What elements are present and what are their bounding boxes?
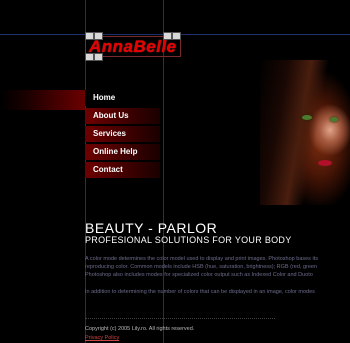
left-decorative-bar — [0, 90, 85, 110]
handle-icon[interactable] — [94, 53, 103, 61]
nav-item-about-us[interactable]: About Us — [85, 108, 160, 124]
photo-hair-shade — [260, 60, 350, 205]
photo-lips — [318, 160, 332, 166]
body-text-line: Photoshop also includes modes for specia… — [85, 272, 313, 278]
body-text-line: A color mode determines the color model … — [85, 256, 318, 262]
body-text-line: In addition to determining the number of… — [85, 289, 315, 295]
model-photo — [260, 60, 350, 205]
nav-item-home[interactable]: Home — [85, 90, 160, 106]
privacy-policy-link[interactable]: Privacy Policy — [85, 335, 119, 341]
footer-divider — [85, 318, 275, 320]
nav-item-services[interactable]: Services — [85, 126, 160, 142]
main-nav: Home About Us Services Online Help Conta… — [85, 90, 160, 180]
nav-item-online-help[interactable]: Online Help — [85, 144, 160, 160]
copyright-text: Copyright (c) 2005 Lily.ro. All rights r… — [85, 326, 195, 332]
photo-eye — [302, 115, 312, 120]
handle-icon[interactable] — [94, 32, 103, 40]
handle-icon[interactable] — [85, 53, 94, 61]
handle-icon[interactable] — [85, 32, 94, 40]
page-subtitle: PROFESIONAL SOLUTIONS FOR YOUR BODY — [85, 235, 292, 245]
photo-eye — [330, 117, 338, 122]
handle-icon[interactable] — [172, 32, 181, 40]
handle-icon[interactable] — [163, 32, 172, 40]
nav-item-contact[interactable]: Contact — [85, 162, 160, 178]
body-text-line: reproducing color. Common models include… — [85, 264, 318, 270]
page-title: BEAUTY - PARLOR — [85, 220, 218, 236]
